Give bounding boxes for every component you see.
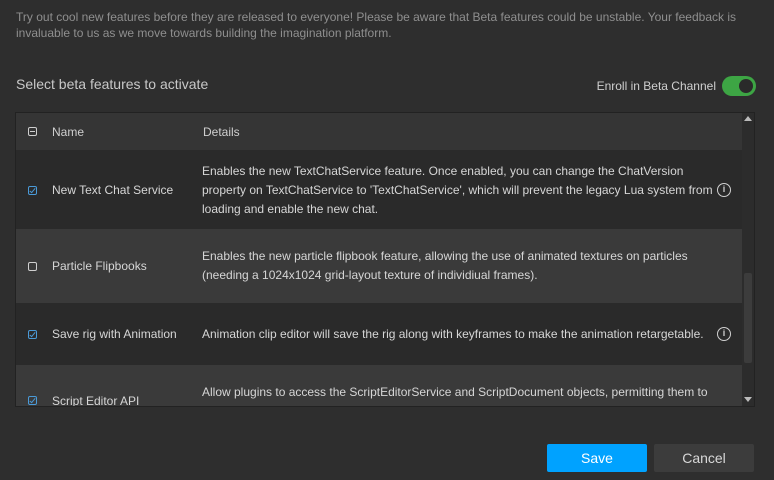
scroll-up-arrow-icon[interactable] xyxy=(744,116,752,121)
feature-details: Enables the new TextChatService feature.… xyxy=(202,163,713,216)
feature-checkbox-icon[interactable] xyxy=(28,185,37,195)
table-row: New Text Chat Service Enables the new Te… xyxy=(16,151,743,229)
save-button[interactable]: Save xyxy=(547,444,647,472)
enroll-toggle[interactable] xyxy=(722,76,756,96)
feature-name: New Text Chat Service xyxy=(52,182,174,197)
feature-name: Save rig with Animation xyxy=(52,326,177,341)
feature-name: Script Editor API xyxy=(52,394,140,407)
toggle-knob xyxy=(739,79,753,93)
table-row: Save rig with Animation Animation clip e… xyxy=(16,303,743,365)
table-row: Script Editor API Allow plugins to acces… xyxy=(16,365,743,407)
feature-checkbox-icon[interactable] xyxy=(28,261,37,271)
column-header-details[interactable]: Details xyxy=(203,125,240,139)
info-icon[interactable]: i xyxy=(717,183,731,197)
table-rows: New Text Chat Service Enables the new Te… xyxy=(16,151,743,407)
feature-checkbox-icon[interactable] xyxy=(28,396,37,405)
feature-details: Enables the new particle flipbook featur… xyxy=(202,249,688,282)
cancel-button[interactable]: Cancel xyxy=(654,444,754,472)
select-all-checkbox-icon[interactable] xyxy=(28,127,37,136)
beta-features-table: Name Details New Text Chat Service Enabl… xyxy=(15,112,755,407)
column-header-name[interactable]: Name xyxy=(52,125,84,139)
section-title: Select beta features to activate xyxy=(16,76,209,92)
enroll-label: Enroll in Beta Channel xyxy=(596,79,716,93)
scroll-down-arrow-icon[interactable] xyxy=(744,397,752,402)
table-scrollbar[interactable] xyxy=(742,113,754,406)
feature-name: Particle Flipbooks xyxy=(52,258,147,273)
beta-intro-text: Try out cool new features before they ar… xyxy=(16,10,737,40)
table-row: Particle Flipbooks Enables the new parti… xyxy=(16,229,743,303)
feature-details: Animation clip editor will save the rig … xyxy=(202,326,704,341)
table-header: Name Details xyxy=(16,113,743,151)
scroll-thumb[interactable] xyxy=(744,273,752,363)
feature-details: Allow plugins to access the ScriptEditor… xyxy=(202,385,708,406)
enroll-beta-channel: Enroll in Beta Channel xyxy=(597,76,756,96)
info-icon[interactable]: i xyxy=(717,327,731,341)
feature-checkbox-icon[interactable] xyxy=(28,329,37,339)
